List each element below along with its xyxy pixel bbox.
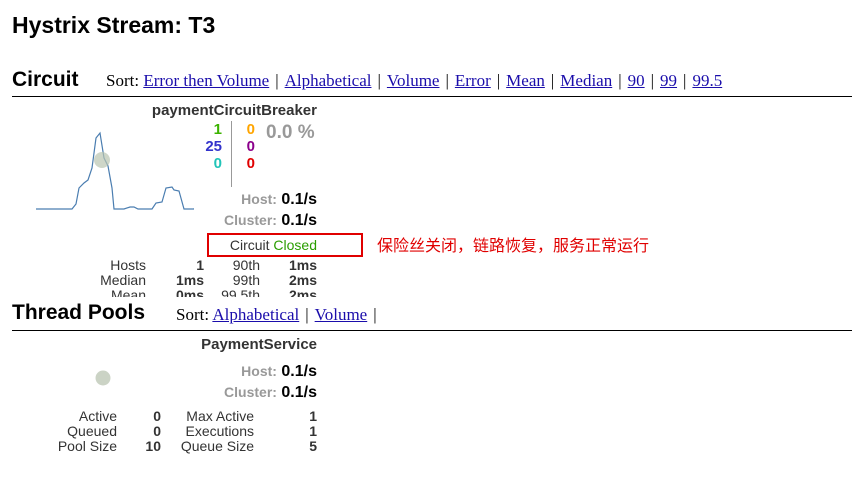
stat-value: 1 bbox=[309, 408, 317, 424]
success-count: 1 bbox=[213, 121, 222, 138]
stat-values-left: 0 0 10 bbox=[121, 409, 161, 454]
stat-label: Pool Size bbox=[57, 438, 117, 454]
stat-labels-left: Hosts Median Mean bbox=[40, 258, 146, 297]
circuit-host-rate: Host: 0.1/s bbox=[200, 191, 317, 209]
thread-pools-heading: Thread Pools bbox=[12, 301, 146, 324]
stat-labels-right: 90th 99th 99.5th bbox=[208, 258, 260, 297]
stat-values-right: 1 1 5 bbox=[258, 409, 317, 454]
stat-label: Executions bbox=[185, 423, 254, 439]
circuit-sparkline bbox=[36, 131, 194, 210]
sort-label: Sort: bbox=[106, 71, 140, 90]
sort-99-5[interactable]: 99.5 bbox=[692, 71, 722, 90]
stat-labels-right: Max Active Executions Queue Size bbox=[164, 409, 254, 454]
stat-value: 1ms bbox=[288, 258, 317, 273]
stat-value: 10 bbox=[145, 438, 161, 454]
page-title: Hystrix Stream: T3 bbox=[12, 12, 216, 38]
stat-values-right: 1ms 2ms 2ms bbox=[264, 258, 317, 297]
cluster-rate-label: Cluster: bbox=[224, 212, 277, 228]
circuit-sort-bar: Sort: Error then Volume | Alphabetical | Vol… bbox=[106, 71, 723, 90]
stat-label: 99th bbox=[232, 272, 260, 288]
stat-label: Active bbox=[78, 408, 117, 424]
annotation-note: 保险丝关闭，链路恢复，服务正常运行 bbox=[377, 238, 650, 255]
host-rate-label: Host: bbox=[241, 363, 277, 379]
circuit-status-value: Closed bbox=[273, 237, 317, 253]
thread-sort-bar: Sort: Alphabetical | Volume | bbox=[176, 305, 377, 324]
stat-value: 5 bbox=[309, 438, 317, 454]
sort-90[interactable]: 90 bbox=[628, 71, 645, 90]
circuit-health-indicator bbox=[94, 152, 110, 168]
circuit-name: paymentCircuitBreaker bbox=[151, 102, 317, 119]
stat-label: Queued bbox=[67, 423, 117, 439]
circuit-heading: Circuit bbox=[12, 68, 79, 91]
cluster-rate-value: 0.1/s bbox=[281, 384, 317, 401]
host-rate-value: 0.1/s bbox=[281, 363, 317, 380]
stat-label: 90th bbox=[232, 258, 260, 273]
stat-label: Hosts bbox=[110, 258, 146, 273]
short-circuited-count: 25 bbox=[205, 138, 222, 155]
circuit-stats: Hosts Median Mean 1 1ms 0ms 90th 99th 99… bbox=[40, 258, 320, 297]
stat-labels-left: Active Queued Pool Size bbox=[20, 409, 117, 454]
stat-value: 1ms bbox=[175, 272, 204, 288]
thread-sort-volume[interactable]: Volume bbox=[315, 305, 368, 324]
circuit-counts-right: 0 0 0 bbox=[225, 121, 255, 172]
rejected-count: 0 bbox=[246, 138, 255, 155]
thread-sort-alphabetical[interactable]: Alphabetical bbox=[212, 305, 299, 324]
sort-mean[interactable]: Mean bbox=[506, 71, 545, 90]
thread-divider bbox=[12, 330, 852, 331]
stat-values-left: 1 1ms 0ms bbox=[150, 258, 204, 297]
host-rate-label: Host: bbox=[241, 191, 277, 207]
sort-99[interactable]: 99 bbox=[660, 71, 677, 90]
thread-host-rate: Host: 0.1/s bbox=[200, 363, 317, 381]
circuit-divider bbox=[12, 96, 852, 97]
stat-label: 99.5th bbox=[221, 287, 260, 298]
sort-median[interactable]: Median bbox=[560, 71, 612, 90]
stat-label: Queue Size bbox=[180, 438, 254, 454]
circuit-status-prefix: Circuit bbox=[229, 237, 270, 253]
host-rate-value: 0.1/s bbox=[281, 191, 317, 208]
stat-value: 0ms bbox=[175, 287, 204, 298]
thread-cluster-rate: Cluster: 0.1/s bbox=[200, 384, 317, 402]
stat-label: Median bbox=[100, 272, 146, 288]
thread-pool-health-indicator bbox=[95, 370, 111, 386]
stat-label: Max Active bbox=[186, 408, 254, 424]
failure-count: 0 bbox=[246, 155, 255, 172]
stat-value: 1 bbox=[309, 423, 317, 439]
sort-error[interactable]: Error bbox=[455, 71, 491, 90]
stat-value: 2ms bbox=[288, 272, 317, 288]
sort-error-then-volume[interactable]: Error then Volume bbox=[143, 71, 269, 90]
stat-value: 1 bbox=[196, 258, 204, 273]
stat-value: 2ms bbox=[288, 287, 317, 298]
cluster-rate-value: 0.1/s bbox=[281, 212, 317, 229]
bad-request-count: 0 bbox=[213, 155, 222, 172]
circuit-counts-left: 1 25 0 bbox=[192, 121, 222, 172]
traffic-sparkline-line bbox=[36, 131, 194, 210]
stat-label: Mean bbox=[110, 287, 146, 298]
circuit-cluster-rate: Cluster: 0.1/s bbox=[200, 212, 317, 230]
error-percentage: 0.0 % bbox=[266, 122, 315, 143]
timeout-count: 0 bbox=[246, 121, 255, 138]
cluster-rate-label: Cluster: bbox=[224, 384, 277, 400]
thread-pool-stats: Active Queued Pool Size 0 0 10 Max Activ… bbox=[20, 409, 320, 457]
circuit-status: Circuit Closed bbox=[200, 237, 317, 253]
sort-volume[interactable]: Volume bbox=[387, 71, 440, 90]
stat-value: 0 bbox=[153, 408, 161, 424]
sort-label: Sort: bbox=[176, 305, 210, 324]
stat-value: 0 bbox=[153, 423, 161, 439]
sort-alphabetical[interactable]: Alphabetical bbox=[285, 71, 372, 90]
thread-pool-name: PaymentService bbox=[201, 336, 317, 353]
